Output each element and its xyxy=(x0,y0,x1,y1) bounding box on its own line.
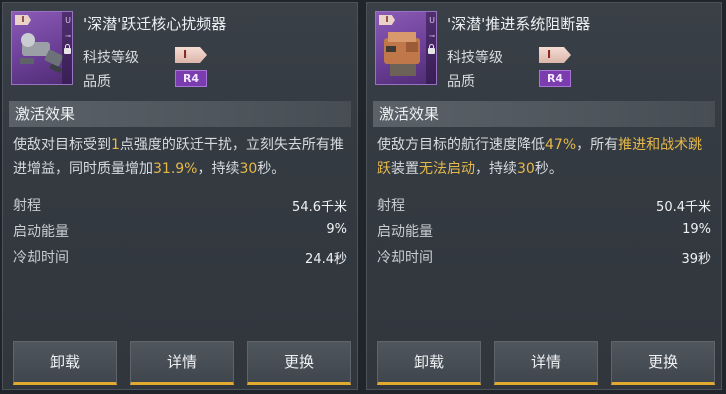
module-thumbnail[interactable]: I U ⊸ xyxy=(375,11,437,85)
stat-label-energy: 启动能量 xyxy=(13,224,69,240)
stat-value-energy: 9% xyxy=(326,222,347,237)
thumb-tier-tag: I xyxy=(379,15,395,25)
replace-button[interactable]: 更换 xyxy=(247,341,351,385)
tech-level-badge: I xyxy=(539,47,571,63)
desc-text: ，所有 xyxy=(576,137,619,153)
stat-label-range: 射程 xyxy=(377,198,405,214)
unequip-button[interactable]: 卸载 xyxy=(13,341,117,385)
module-card-left: I U ⊸ '深潜'跃迁核心扰频器 科技等级 I 品质 R4 激活效果 使敌对目… xyxy=(2,2,358,390)
stat-value-energy: 19% xyxy=(682,222,711,237)
stat-label-cooldown: 冷却时间 xyxy=(13,250,69,266)
stat-value-cooldown: 39秒 xyxy=(681,252,711,267)
unequip-button[interactable]: 卸载 xyxy=(377,341,481,385)
stat-label-range: 射程 xyxy=(13,198,41,214)
details-button[interactable]: 详情 xyxy=(494,341,598,385)
highlight-text: 无法启动 xyxy=(419,161,475,177)
effect-description: 使敌对目标受到1点强度的跃迁干扰，立刻失去所有推进增益，同时质量增加31.9%，… xyxy=(13,133,347,181)
thumb-side-label: U xyxy=(65,16,71,25)
quality-badge: R4 xyxy=(175,70,207,87)
tech-level-label: 科技等级 xyxy=(447,50,503,66)
highlight-text: 31.9% xyxy=(153,161,198,177)
module-card-right: I U ⊸ '深潜'推进系统阻断器 科技等级 I 品质 R4 激活效果 使敌方目… xyxy=(366,2,722,390)
section-header-activation: 激活效果 xyxy=(9,101,351,127)
module-name: '深潜'跃迁核心扰频器 xyxy=(83,15,227,33)
stat-value-range: 54.6千米 xyxy=(292,200,347,215)
desc-text: 使敌对目标受到 xyxy=(13,137,111,153)
details-button[interactable]: 详情 xyxy=(130,341,234,385)
slot-icon: ⊸ xyxy=(65,32,71,40)
quality-badge: R4 xyxy=(539,70,571,87)
tech-level-badge: I xyxy=(175,47,207,63)
desc-text: ，持续 xyxy=(197,161,240,177)
slot-icon: ⊸ xyxy=(429,32,435,40)
desc-text: ，持续 xyxy=(475,161,517,177)
effect-description: 使敌方目标的航行速度降低47%，所有推进和战术跳跃装置无法启动，持续30秒。 xyxy=(377,133,711,181)
highlight-text: 30 xyxy=(517,161,535,177)
tech-level-label: 科技等级 xyxy=(83,50,139,66)
section-header-activation: 激活效果 xyxy=(373,101,715,127)
module-thumbnail[interactable]: I U ⊸ xyxy=(11,11,73,85)
desc-text: 秒。 xyxy=(257,161,286,177)
desc-text: 秒。 xyxy=(534,161,563,177)
desc-text: 使敌方目标的航行速度降低 xyxy=(377,137,545,153)
stat-value-cooldown: 24.4秒 xyxy=(305,252,347,267)
module-name: '深潜'推进系统阻断器 xyxy=(447,15,591,33)
highlight-text: 30 xyxy=(239,161,258,177)
highlight-text: 47% xyxy=(545,137,577,153)
quality-label: 品质 xyxy=(447,74,475,90)
stat-value-range: 50.4千米 xyxy=(656,200,711,215)
desc-text: 装置 xyxy=(391,161,419,177)
stat-label-cooldown: 冷却时间 xyxy=(377,250,433,266)
highlight-text: 1 xyxy=(111,137,120,153)
stat-label-energy: 启动能量 xyxy=(377,224,433,240)
thumb-side-label: U xyxy=(429,16,435,25)
quality-label: 品质 xyxy=(83,74,111,90)
lock-icon xyxy=(64,44,71,54)
thumb-tier-tag: I xyxy=(15,15,31,25)
lock-icon xyxy=(428,44,435,54)
replace-button[interactable]: 更换 xyxy=(611,341,715,385)
